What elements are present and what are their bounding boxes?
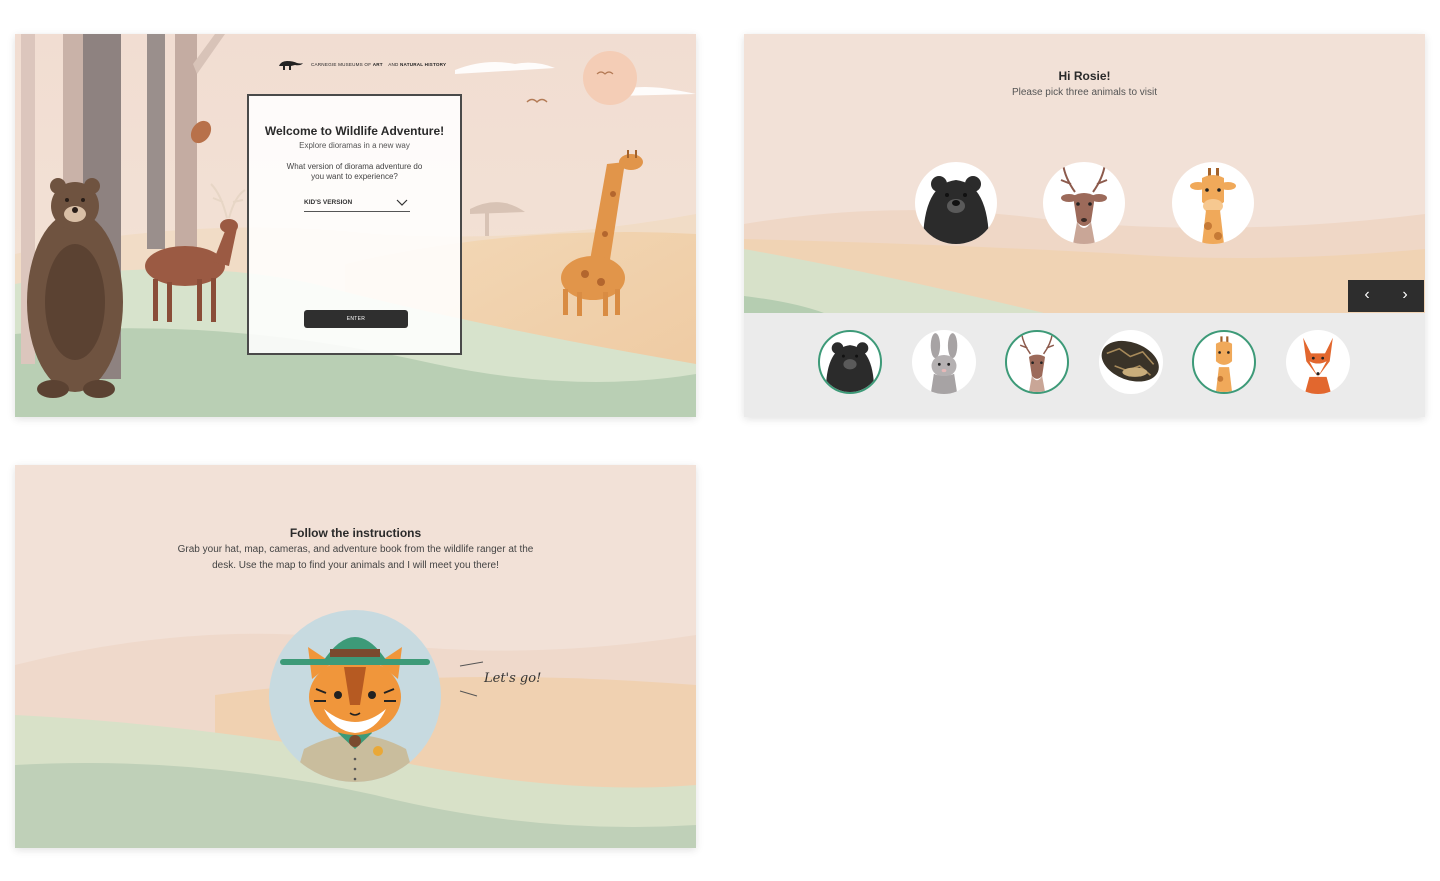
chevron-down-icon xyxy=(396,199,408,206)
animal-option-fox[interactable] xyxy=(1286,330,1350,394)
pick-animals-screen: Hi Rosie! Please pick three animals to v… xyxy=(744,34,1425,417)
giraffe-icon xyxy=(1215,336,1233,392)
selected-animal-deer[interactable] xyxy=(1043,162,1125,244)
tiger-ranger-illustration xyxy=(269,610,441,782)
animal-option-snake[interactable] xyxy=(1099,330,1163,394)
animal-option-bear[interactable] xyxy=(818,330,882,394)
animal-option-deer[interactable] xyxy=(1005,330,1069,394)
version-selected-value: KID'S VERSION xyxy=(304,199,353,206)
welcome-card: Welcome to Wildlife Adventure! Explore d… xyxy=(247,94,462,355)
snake-icon xyxy=(1101,340,1159,382)
instructions-screen: Follow the instructions Grab your hat, m… xyxy=(15,465,696,848)
chevron-left-icon[interactable]: ‹ xyxy=(1348,280,1386,312)
welcome-screen: CARNEGIE MUSEUMS OF ART AND NATURAL HIST… xyxy=(15,34,696,417)
speech-bubble-text: Let's go! xyxy=(484,671,542,686)
logo-art: ART xyxy=(372,61,383,67)
instructions-title: Follow the instructions xyxy=(289,526,422,540)
pick-instruction: Please pick three animals to visit xyxy=(1011,87,1158,98)
carousel-nav: ‹ › xyxy=(1348,280,1424,312)
welcome-title: Welcome to Wildlife Adventure! xyxy=(264,124,445,138)
instructions-body: Grab your hat, map, cameras, and adventu… xyxy=(177,544,534,571)
dinosaur-logo-icon xyxy=(279,61,303,70)
enter-button[interactable]: ENTER xyxy=(304,310,408,328)
animal-option-rabbit[interactable] xyxy=(912,330,976,394)
giraffe-icon xyxy=(1190,168,1236,244)
welcome-subtitle: Explore dioramas in a new way xyxy=(299,141,410,150)
chevron-right-icon[interactable]: › xyxy=(1386,280,1424,312)
rabbit-icon xyxy=(930,333,958,394)
logo-natural-history: NATURAL HISTORY xyxy=(400,61,447,67)
deer-icon xyxy=(1019,333,1055,392)
logo-and: AND xyxy=(388,61,399,67)
bear-icon xyxy=(923,176,989,244)
animal-tray xyxy=(744,313,1425,417)
version-dropdown[interactable]: KID'S VERSION xyxy=(304,197,410,212)
logo-prefix: CARNEGIE MUSEUMS OF xyxy=(311,61,372,67)
museum-logo-text: CARNEGIE MUSEUMS OF ART AND NATURAL HIST… xyxy=(307,62,446,67)
selected-animal-giraffe[interactable] xyxy=(1172,162,1254,244)
version-question: What version of diorama adventure do you… xyxy=(286,162,423,181)
fox-icon xyxy=(1303,337,1333,394)
selected-animal-bear[interactable] xyxy=(915,162,997,244)
museum-logo: CARNEGIE MUSEUMS OF ART AND NATURAL HIST… xyxy=(277,56,446,72)
deer-icon xyxy=(1060,163,1108,244)
bear-icon xyxy=(825,342,875,392)
animal-option-giraffe[interactable] xyxy=(1192,330,1256,394)
greeting-title: Hi Rosie! xyxy=(1058,69,1111,83)
